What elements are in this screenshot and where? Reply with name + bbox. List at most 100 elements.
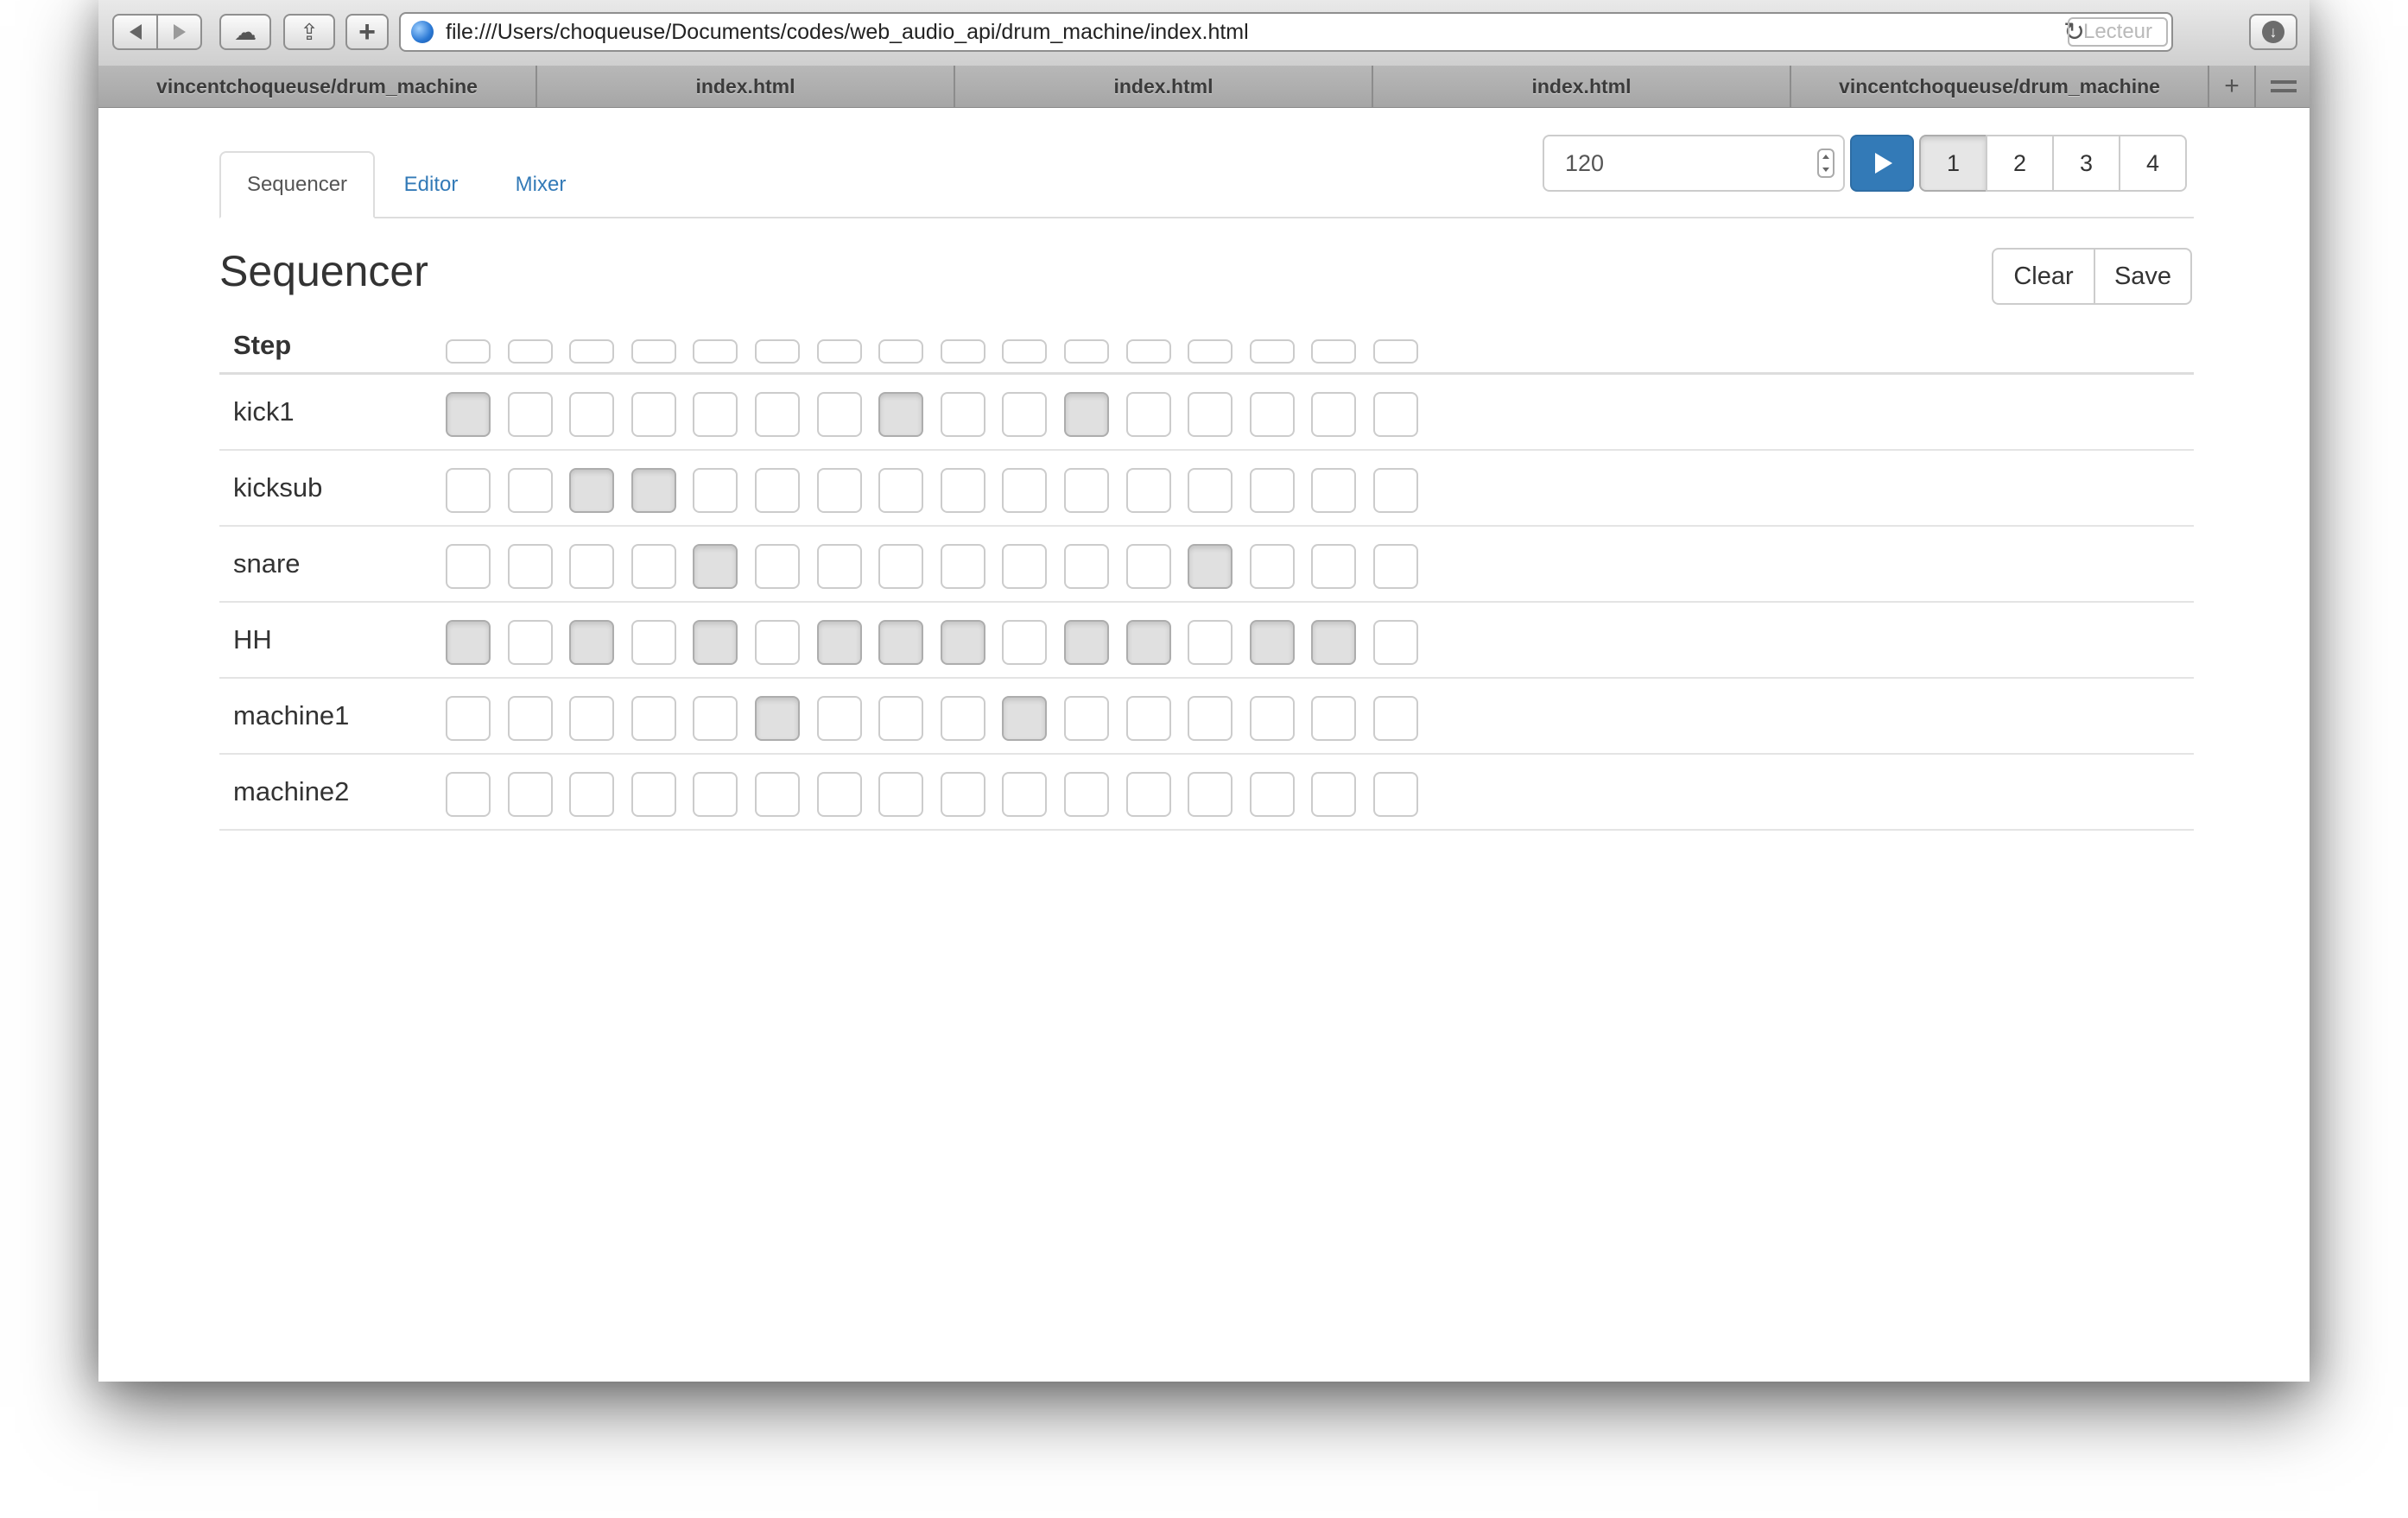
step-toggle-off[interactable] <box>1311 544 1356 589</box>
step-toggle-off[interactable] <box>508 392 553 437</box>
step-toggle-off[interactable] <box>631 772 676 817</box>
step-toggle-off[interactable] <box>817 468 862 513</box>
step-toggle-on[interactable] <box>941 620 985 665</box>
step-toggle-off[interactable] <box>1250 392 1295 437</box>
step-toggle-off[interactable] <box>1373 696 1418 741</box>
step-toggle-off[interactable] <box>1311 772 1356 817</box>
step-toggle-off[interactable] <box>1373 392 1418 437</box>
tempo-input[interactable]: 120 <box>1543 135 1845 192</box>
step-toggle-off[interactable] <box>755 772 800 817</box>
step-toggle-off[interactable] <box>1064 696 1109 741</box>
step-toggle-on[interactable] <box>1188 544 1233 589</box>
step-toggle-off[interactable] <box>1064 468 1109 513</box>
step-toggle-off[interactable] <box>569 392 614 437</box>
step-toggle-off[interactable] <box>693 392 738 437</box>
step-toggle-off[interactable] <box>1126 392 1171 437</box>
step-toggle-off[interactable] <box>1188 620 1233 665</box>
step-toggle-off[interactable] <box>693 468 738 513</box>
save-button[interactable]: Save <box>2094 248 2192 305</box>
url-text[interactable]: file:///Users/choqueuse/Documents/codes/… <box>446 20 1249 45</box>
share-button[interactable]: ⇪ <box>283 14 335 50</box>
step-toggle-off[interactable] <box>1373 468 1418 513</box>
step-toggle-off[interactable] <box>446 544 491 589</box>
stepper-down-icon[interactable] <box>1822 168 1829 172</box>
stepper-up-icon[interactable] <box>1822 155 1829 159</box>
step-toggle-off[interactable] <box>1188 468 1233 513</box>
step-toggle-off[interactable] <box>569 696 614 741</box>
step-toggle-off[interactable] <box>755 544 800 589</box>
step-toggle-off[interactable] <box>693 696 738 741</box>
browser-tab[interactable]: vincentchoqueuse/drum_machine <box>1791 66 2209 107</box>
pattern-button-4[interactable]: 4 <box>2119 135 2187 192</box>
step-toggle-off[interactable] <box>1250 772 1295 817</box>
step-toggle-off[interactable] <box>1064 544 1109 589</box>
step-toggle-off[interactable] <box>1373 620 1418 665</box>
tempo-stepper[interactable] <box>1817 149 1835 178</box>
step-toggle-off[interactable] <box>755 392 800 437</box>
step-toggle-off[interactable] <box>1188 772 1233 817</box>
step-toggle-off[interactable] <box>631 620 676 665</box>
step-toggle-off[interactable] <box>1002 392 1047 437</box>
step-toggle-on[interactable] <box>878 620 923 665</box>
step-toggle-on[interactable] <box>878 392 923 437</box>
step-toggle-off[interactable] <box>569 772 614 817</box>
step-toggle-off[interactable] <box>817 392 862 437</box>
back-button[interactable] <box>114 16 156 48</box>
icloud-tabs-button[interactable]: ☁ <box>219 14 271 50</box>
step-toggle-off[interactable] <box>1250 468 1295 513</box>
tab-mixer[interactable]: Mixer <box>489 151 592 218</box>
step-toggle-off[interactable] <box>1002 544 1047 589</box>
browser-tab[interactable]: index.html <box>537 66 955 107</box>
step-toggle-off[interactable] <box>817 544 862 589</box>
step-toggle-off[interactable] <box>878 544 923 589</box>
browser-tab[interactable]: index.html <box>1373 66 1791 107</box>
step-toggle-off[interactable] <box>508 468 553 513</box>
step-toggle-off[interactable] <box>755 620 800 665</box>
pattern-button-3[interactable]: 3 <box>2052 135 2120 192</box>
step-toggle-off[interactable] <box>1002 772 1047 817</box>
step-toggle-off[interactable] <box>446 772 491 817</box>
step-toggle-off[interactable] <box>1311 468 1356 513</box>
step-toggle-on[interactable] <box>693 544 738 589</box>
step-toggle-off[interactable] <box>941 392 985 437</box>
step-toggle-off[interactable] <box>1002 620 1047 665</box>
step-toggle-off[interactable] <box>941 772 985 817</box>
step-toggle-off[interactable] <box>1064 772 1109 817</box>
step-toggle-off[interactable] <box>878 468 923 513</box>
step-toggle-on[interactable] <box>755 696 800 741</box>
step-toggle-off[interactable] <box>1188 392 1233 437</box>
step-toggle-off[interactable] <box>1373 772 1418 817</box>
step-toggle-off[interactable] <box>1311 392 1356 437</box>
tab-sequencer[interactable]: Sequencer <box>219 151 375 218</box>
forward-button[interactable] <box>156 16 200 48</box>
pattern-button-1[interactable]: 1 <box>1919 135 1987 192</box>
step-toggle-off[interactable] <box>1373 544 1418 589</box>
downloads-button[interactable]: ↓ <box>2249 14 2297 50</box>
step-toggle-on[interactable] <box>1126 620 1171 665</box>
step-toggle-off[interactable] <box>508 696 553 741</box>
step-toggle-off[interactable] <box>508 620 553 665</box>
step-toggle-on[interactable] <box>1311 620 1356 665</box>
step-toggle-off[interactable] <box>941 696 985 741</box>
step-toggle-off[interactable] <box>693 772 738 817</box>
new-tab-button[interactable]: + <box>2209 66 2256 107</box>
step-toggle-on[interactable] <box>693 620 738 665</box>
step-toggle-on[interactable] <box>446 392 491 437</box>
step-toggle-on[interactable] <box>446 620 491 665</box>
tab-overview-button[interactable] <box>2258 66 2310 107</box>
clear-button[interactable]: Clear <box>1992 248 2095 305</box>
step-toggle-off[interactable] <box>1311 696 1356 741</box>
step-toggle-on[interactable] <box>1064 392 1109 437</box>
step-toggle-off[interactable] <box>631 696 676 741</box>
tab-editor[interactable]: Editor <box>382 151 480 218</box>
step-toggle-off[interactable] <box>1126 544 1171 589</box>
step-toggle-off[interactable] <box>631 392 676 437</box>
step-toggle-off[interactable] <box>817 772 862 817</box>
address-bar[interactable]: file:///Users/choqueuse/Documents/codes/… <box>399 12 2173 52</box>
step-toggle-off[interactable] <box>878 772 923 817</box>
step-toggle-off[interactable] <box>1126 468 1171 513</box>
step-toggle-off[interactable] <box>1188 696 1233 741</box>
step-toggle-off[interactable] <box>446 468 491 513</box>
step-toggle-off[interactable] <box>878 696 923 741</box>
step-toggle-off[interactable] <box>755 468 800 513</box>
